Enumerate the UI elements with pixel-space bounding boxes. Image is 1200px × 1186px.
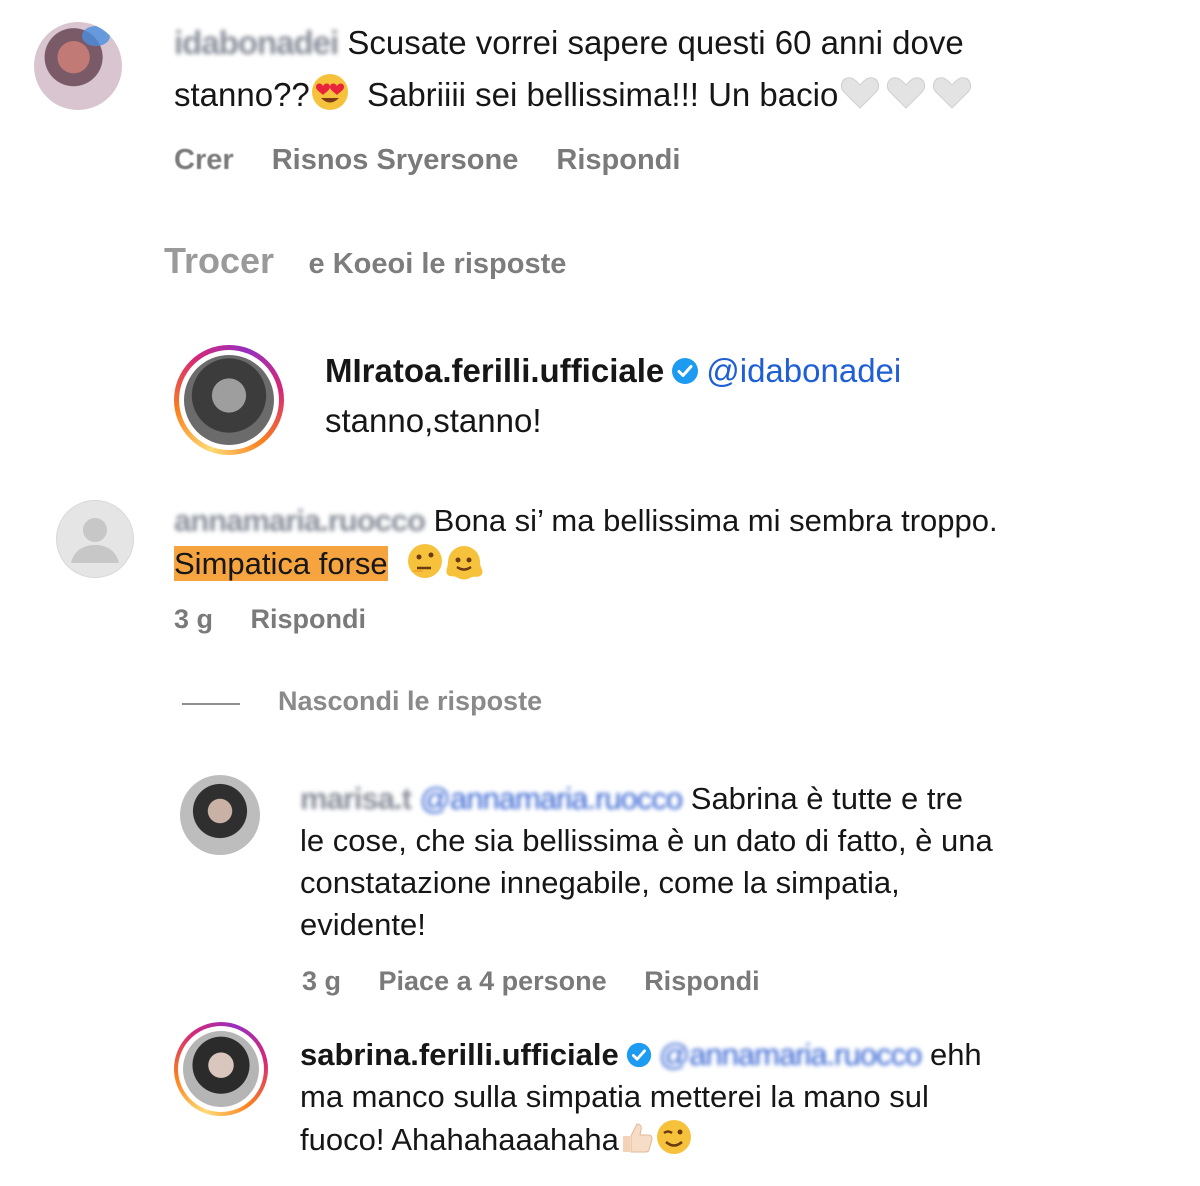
comment1-likes[interactable]: Risnos Sryersone [272, 144, 519, 176]
comment2-line2: Simpatica forse [174, 542, 484, 591]
comment1-text-line2b: Sabriiii sei bellissima!!! Un bacio [366, 76, 839, 113]
reply3-line1-end: ehh [929, 1037, 982, 1072]
comment2-reply-button[interactable]: Rispondi [251, 604, 367, 634]
reply2-meta: 3 g Piace a 4 persone Rispondi [302, 966, 790, 997]
reply1-body: MIratoa.ferilli.ufficiale @idabonadei [325, 350, 1175, 396]
avatar-reply1[interactable] [174, 345, 284, 455]
comment2-highlight: Simpatica forse [174, 546, 388, 581]
verified-badge-icon [670, 354, 700, 396]
reply2-mention[interactable]: @annamaria.ruocco [420, 781, 684, 816]
reply2-line1: Sabrina è tutte e tre [690, 781, 964, 816]
comment2-body: annamaria.ruocco Bona si’ ma bellissima … [174, 500, 1174, 542]
reply2-username[interactable]: marisa.t [300, 781, 412, 816]
verified-badge-icon [625, 1038, 653, 1080]
comment1-line2: stanno?? Sabriiii sei bellissima!!! Un b… [174, 72, 1174, 122]
reply1-text: stanno,stanno! [325, 402, 542, 439]
reply3-line3-wrap: fuoco! Ahahahaaahaha [300, 1118, 693, 1167]
thumbs-up-emoji [619, 1120, 655, 1167]
avatar-reply2[interactable] [180, 775, 260, 855]
reply2-line4: evidente! [300, 907, 426, 942]
comment1-text-line1: Scusate vorrei sapere questi 60 anni dov… [347, 24, 964, 61]
default-avatar-icon[interactable] [56, 500, 134, 578]
comment2-meta: 3 g Rispondi [174, 604, 396, 635]
comment2-time: 3 g [174, 604, 214, 634]
comment1-meta: Crer Risnos Sryersone Rispondi [174, 144, 710, 177]
reply3-mention[interactable]: @annamaria.ruocco [659, 1037, 923, 1072]
reply2-likes[interactable]: Piace a 4 persone [379, 966, 607, 996]
comment1-text-line2a: stanno?? [174, 76, 310, 113]
replies-toggle-1[interactable]: Trocer e Koeoi le risposte [164, 240, 566, 282]
reply1-mention[interactable]: @idabonadei [706, 352, 901, 389]
replies-toggle-2[interactable]: Nascondi le risposte [278, 686, 542, 717]
reply2-reply-button[interactable]: Rispondi [644, 966, 760, 996]
comment1-username[interactable]: idabonadei [174, 24, 339, 61]
reply2-line2: le cose, che sia bellissima è un dato di… [300, 823, 993, 858]
winking-face-emoji [655, 1118, 693, 1167]
reply2-body: marisa.t @annamaria.ruocco Sabrina è tut… [300, 778, 1180, 820]
reply1-username[interactable]: MIratoa.ferilli.ufficiale [325, 352, 664, 389]
replies-toggle-1-left: Trocer [164, 240, 275, 281]
comment2-text-line1: Bona si’ ma bellissima mi sembra troppo. [433, 503, 998, 538]
melting-face-emoji [444, 542, 484, 591]
comment2-username[interactable]: annamaria.ruocco [174, 503, 426, 538]
avatar-comment1[interactable] [34, 22, 122, 110]
reply3-line3: fuoco! Ahahahaaahaha [300, 1122, 619, 1157]
replies-toggle-1-label[interactable]: e Koeoi le risposte [309, 248, 567, 280]
reply3-line2: ma manco sulla simpatia metterei la mano… [300, 1079, 929, 1114]
reply2-line3: constatazione innegabile, come la simpat… [300, 865, 900, 900]
comment1-time: Crer [174, 144, 234, 176]
comment1-body: idabonadei Scusate vorrei sapere questi … [174, 22, 1174, 64]
reply2-time: 3 g [302, 966, 342, 996]
white-heart-emoji [838, 72, 976, 122]
comment1-reply-button[interactable]: Rispondi [556, 144, 680, 176]
thinking-face-emoji [406, 542, 444, 591]
heart-eyes-emoji [310, 72, 350, 122]
replies-toggle-2-line [182, 703, 240, 705]
avatar-reply3[interactable] [174, 1022, 268, 1116]
reply3-body: sabrina.ferilli.ufficiale @annamaria.ruo… [300, 1034, 1180, 1080]
reply3-username[interactable]: sabrina.ferilli.ufficiale [300, 1037, 619, 1072]
